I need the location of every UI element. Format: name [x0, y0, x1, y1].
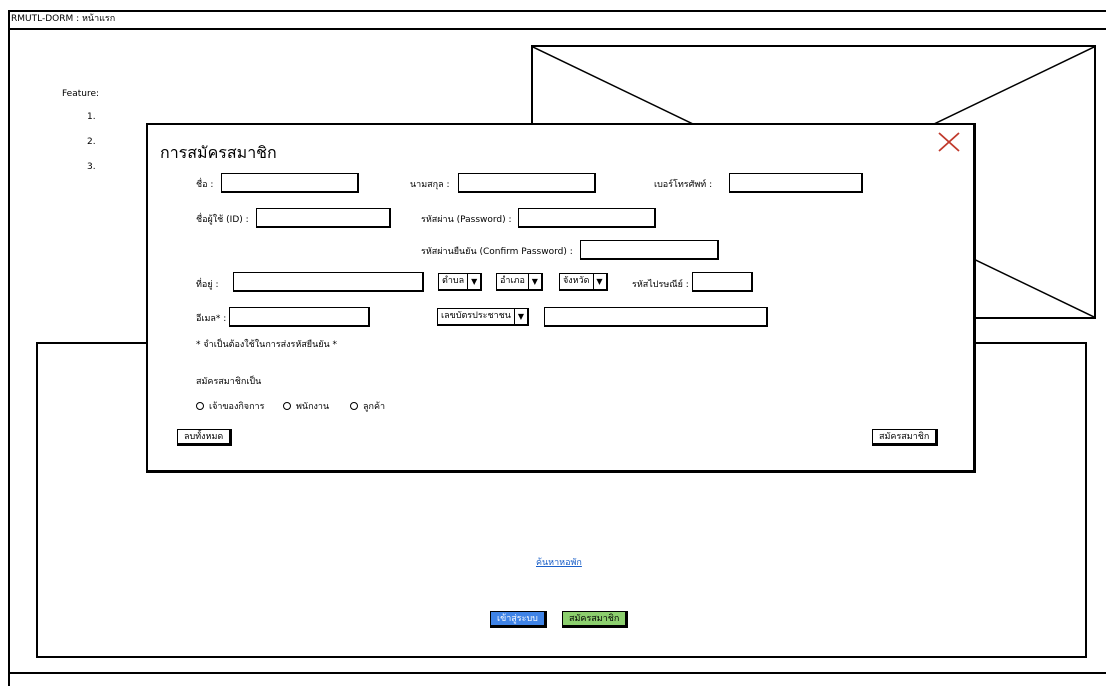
search-dorm-link[interactable]: ค้นหาหอพัก [536, 555, 582, 569]
radio-owner-label: เจ้าของกิจการ [209, 402, 265, 412]
radio-customer[interactable]: ลูกค้า [350, 399, 385, 413]
register-button[interactable]: สมัครสมาชิก [562, 611, 629, 628]
chevron-down-icon: ▼ [592, 274, 606, 289]
password-label: รหัสผ่าน (Password) : [421, 215, 512, 225]
id-number-input[interactable] [544, 307, 768, 327]
feature-item: 2. [87, 137, 96, 147]
email-label: อีเมล* : [196, 314, 227, 324]
username-input[interactable] [256, 208, 391, 228]
phone-input[interactable] [729, 173, 863, 193]
id-type-select[interactable]: เลขบัตรประชาชน ▼ [437, 308, 529, 326]
subdistrict-value: ตำบล [442, 276, 465, 286]
radio-employee-label: พนักงาน [296, 402, 330, 412]
window-bottom-border [8, 672, 1106, 674]
username-label: ชื่อผู้ใช้ (ID) : [196, 215, 249, 225]
submit-register-button[interactable]: สมัครสมาชิก [872, 429, 939, 446]
feature-heading: Feature: [62, 89, 100, 99]
clear-all-button[interactable]: ลบทั้งหมด [177, 429, 233, 446]
address-label: ที่อยู่ : [196, 280, 219, 290]
province-select[interactable]: จังหวัด ▼ [559, 273, 608, 291]
chevron-down-icon: ▼ [513, 309, 527, 324]
id-type-value: เลขบัตรประชาชน [441, 311, 511, 321]
email-input[interactable] [229, 307, 370, 327]
email-note: * จำเป็นต้องใช้ในการส่งรหัสยืนยัน * [196, 340, 338, 350]
window-title: RMUTL-DORM : หน้าแรก [11, 14, 116, 24]
confirm-password-input[interactable] [580, 240, 719, 260]
address-input[interactable] [233, 272, 424, 292]
first-name-label: ชื่อ : [196, 180, 214, 190]
feature-item: 3. [87, 162, 96, 172]
province-value: จังหวัด [563, 276, 590, 286]
radio-employee[interactable]: พนักงาน [283, 399, 329, 413]
radio-circle-icon [283, 402, 291, 410]
last-name-input[interactable] [458, 173, 596, 193]
postal-code-input[interactable] [692, 272, 753, 292]
password-input[interactable] [518, 208, 656, 228]
radio-customer-label: ลูกค้า [363, 402, 386, 412]
district-select[interactable]: อำเภอ ▼ [496, 273, 543, 291]
confirm-password-label: รหัสผ่านยืนยัน (Confirm Password) : [421, 247, 573, 257]
chevron-down-icon: ▼ [467, 274, 480, 289]
radio-circle-icon [196, 402, 204, 410]
login-button[interactable]: เข้าสู่ระบบ [490, 611, 547, 628]
first-name-input[interactable] [221, 173, 359, 193]
phone-label: เบอร์โทรศัพท์ : [654, 180, 713, 190]
subdistrict-select[interactable]: ตำบล ▼ [438, 273, 483, 291]
postal-code-label: รหัสไปรษณีย์ : [632, 280, 689, 290]
last-name-label: นามสกุล : [410, 180, 450, 190]
radio-owner[interactable]: เจ้าของกิจการ [196, 399, 264, 413]
district-value: อำเภอ [500, 276, 525, 286]
modal-title: การสมัครสมาชิก [160, 143, 277, 162]
close-icon[interactable] [937, 132, 961, 152]
radio-circle-icon [350, 402, 358, 410]
chevron-down-icon: ▼ [527, 274, 541, 289]
window-title-bar: RMUTL-DORM : หน้าแรก [8, 10, 1106, 30]
membership-label: สมัครสมาชิกเป็น [196, 377, 262, 387]
feature-item: 1. [87, 112, 96, 122]
